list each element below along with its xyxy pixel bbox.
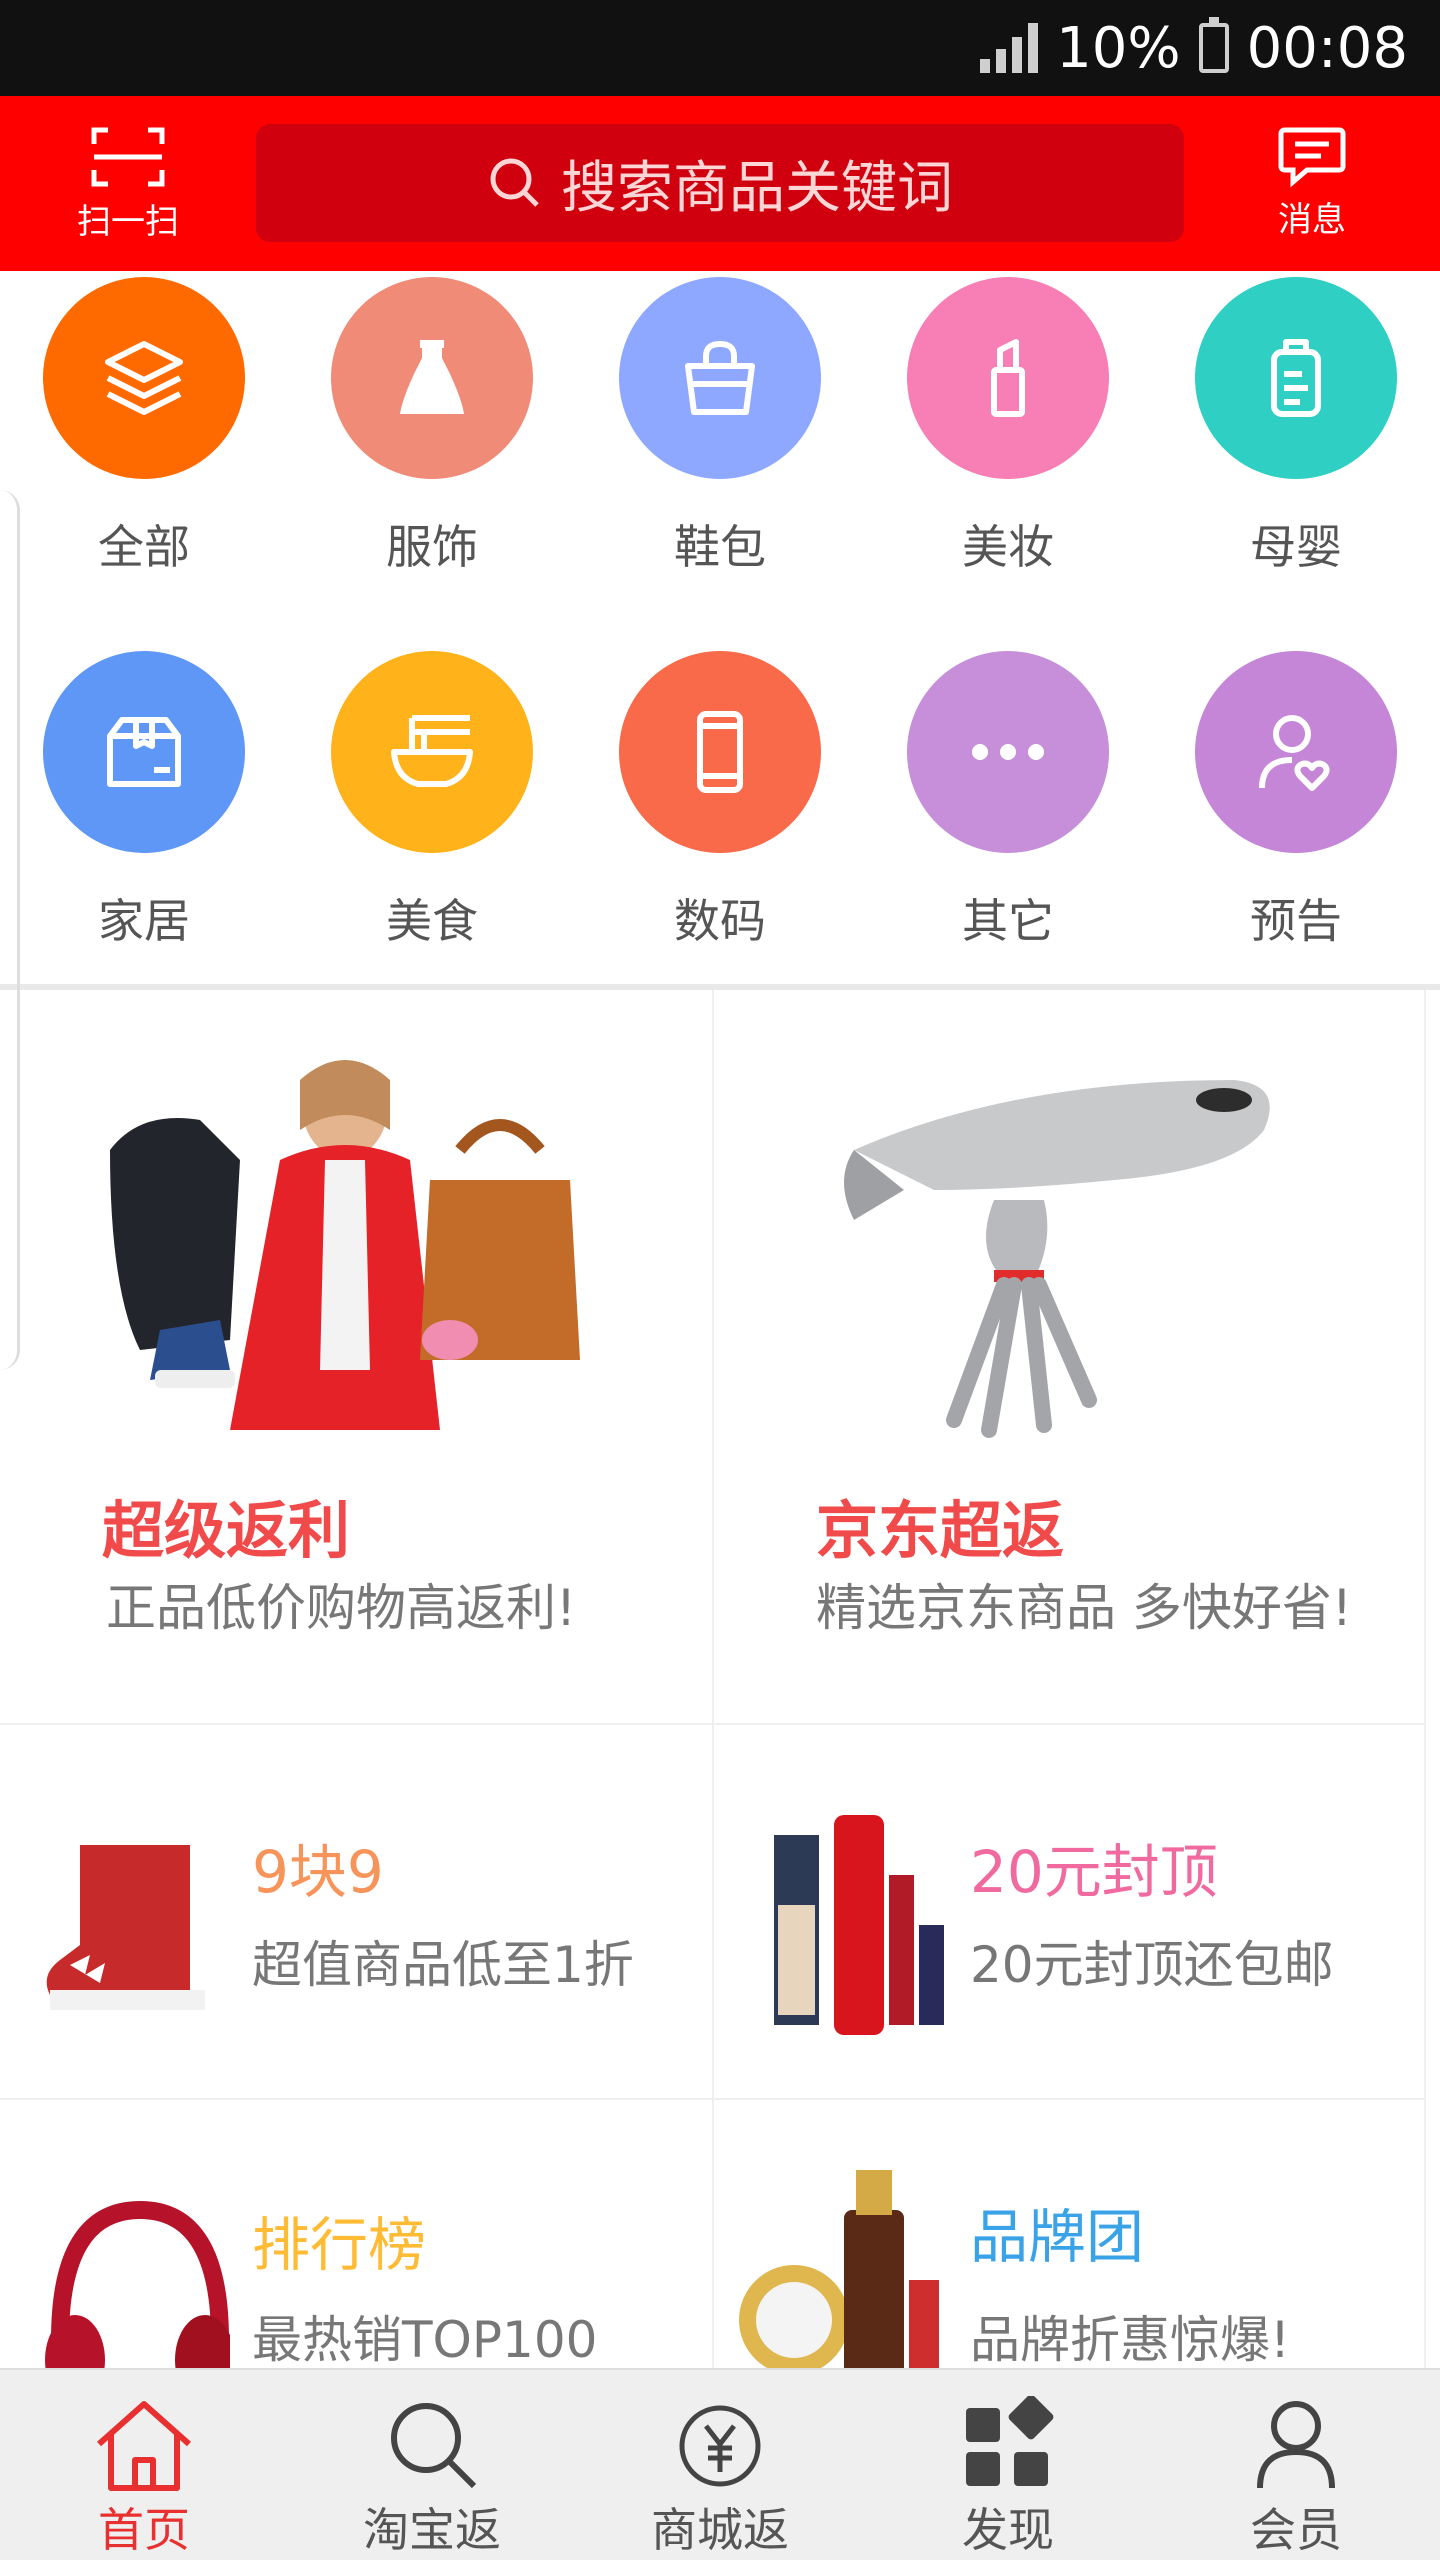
lipstick-icon [907,277,1109,479]
tile-title: 9块9 [252,1838,384,1906]
baby-bottle-icon [1195,277,1397,479]
tile-subtitle: 品牌折惠惊爆! [970,2311,1291,2369]
phone-icon [619,651,821,853]
category-label: 美妆 [962,520,1054,574]
category-other[interactable]: 其它 [864,651,1152,951]
promo-subtitle: 精选京东商品 多快好省! [816,1579,1352,1637]
promo-title: 超级返利 [102,1494,351,1567]
scan-button[interactable]: 扫一扫 [58,96,198,271]
user-icon [1257,2401,1335,2489]
fashion-model-image [110,1060,580,1430]
category-label: 服饰 [386,520,478,574]
category-clothing[interactable]: 服饰 [288,277,576,577]
red-boot-image [46,1845,205,2010]
tile-title: 品牌团 [970,2203,1145,2271]
category-grid: 全部 服饰 鞋包 美妆 母婴 家居 美食 数码 其它 预告 [0,271,1440,986]
nav-taobao-rebate[interactable]: 淘宝返 [288,2370,576,2560]
category-label: 数码 [674,894,766,948]
category-baby[interactable]: 母婴 [1152,277,1440,577]
scan-icon [91,127,165,187]
category-label: 母婴 [1250,520,1342,574]
category-food[interactable]: 美食 [288,651,576,951]
top-header: 扫一扫 搜索商品关键词 消息 [0,96,1440,271]
category-digital[interactable]: 数码 [576,651,864,951]
user-heart-icon [1195,651,1397,853]
nav-home[interactable]: 首页 [0,2370,288,2560]
more-dots-icon [907,651,1109,853]
promo-subtitle: 正品低价购物高返利! [106,1579,577,1637]
tile-subtitle: 最热销TOP100 [252,2311,598,2369]
category-home[interactable]: 家居 [0,651,288,951]
bottom-navigation: 首页 淘宝返 商城返 发现 会员 [0,2368,1440,2560]
cosmetics-image [774,1815,944,2035]
dress-icon [331,277,533,479]
battery-percent: 10% [1056,15,1181,81]
discover-grid-icon [966,2396,1054,2486]
promo-jd-rebate[interactable]: 京东超返 精选京东商品 多快好省! [714,990,1426,1725]
layers-icon [43,277,245,479]
tile-9-9[interactable]: 9块9 超值商品低至1折 [0,1725,714,2100]
nav-mall-rebate[interactable]: 商城返 [576,2370,864,2560]
promo-title: 京东超返 [816,1494,1065,1567]
message-icon [1278,127,1346,188]
message-button[interactable]: 消息 [1242,96,1382,271]
status-bar: 10% 00:08 [0,0,1440,96]
search-placeholder: 搜索商品关键词 [561,155,953,221]
tile-20-yuan[interactable]: 20元封顶 20元封顶还包邮 [714,1725,1426,2100]
nav-label: 会员 [1250,2503,1342,2557]
nav-label: 淘宝返 [363,2503,501,2557]
clock: 00:08 [1246,15,1408,81]
tile-title: 排行榜 [252,2211,427,2279]
nav-discover[interactable]: 发现 [864,2370,1152,2560]
tile-title: 20元封顶 [970,1838,1218,1906]
battery-icon [1198,17,1229,73]
category-preview[interactable]: 预告 [1152,651,1440,951]
yen-icon [679,2405,761,2487]
nav-label: 发现 [962,2503,1054,2557]
home-icon [97,2401,191,2491]
category-all[interactable]: 全部 [0,277,288,577]
handbag-icon [619,277,821,479]
search-icon [391,2403,477,2489]
category-label: 预告 [1250,894,1342,948]
category-label: 其它 [962,894,1054,948]
promo-super-rebate[interactable]: 超级返利 正品低价购物高返利! [0,990,714,1725]
category-label: 美食 [386,894,478,948]
category-label: 鞋包 [674,520,766,574]
tile-subtitle: 超值商品低至1折 [252,1936,634,1994]
category-shoes-bags[interactable]: 鞋包 [576,277,864,577]
nav-label: 商城返 [651,2503,789,2557]
search-input[interactable]: 搜索商品关键词 [256,124,1184,242]
message-label: 消息 [1278,200,1346,240]
scan-label: 扫一扫 [77,202,179,242]
category-label: 全部 [98,520,190,574]
nav-member[interactable]: 会员 [1152,2370,1440,2560]
nav-label: 首页 [98,2503,190,2557]
search-icon [490,158,539,207]
jd-dog-mascot-image [844,1080,1270,1438]
category-label: 家居 [98,894,190,948]
noodle-bowl-icon [331,651,533,853]
signal-icon [980,23,1039,73]
category-makeup[interactable]: 美妆 [864,277,1152,577]
tile-subtitle: 20元封顶还包邮 [970,1936,1334,1994]
box-icon [43,651,245,853]
